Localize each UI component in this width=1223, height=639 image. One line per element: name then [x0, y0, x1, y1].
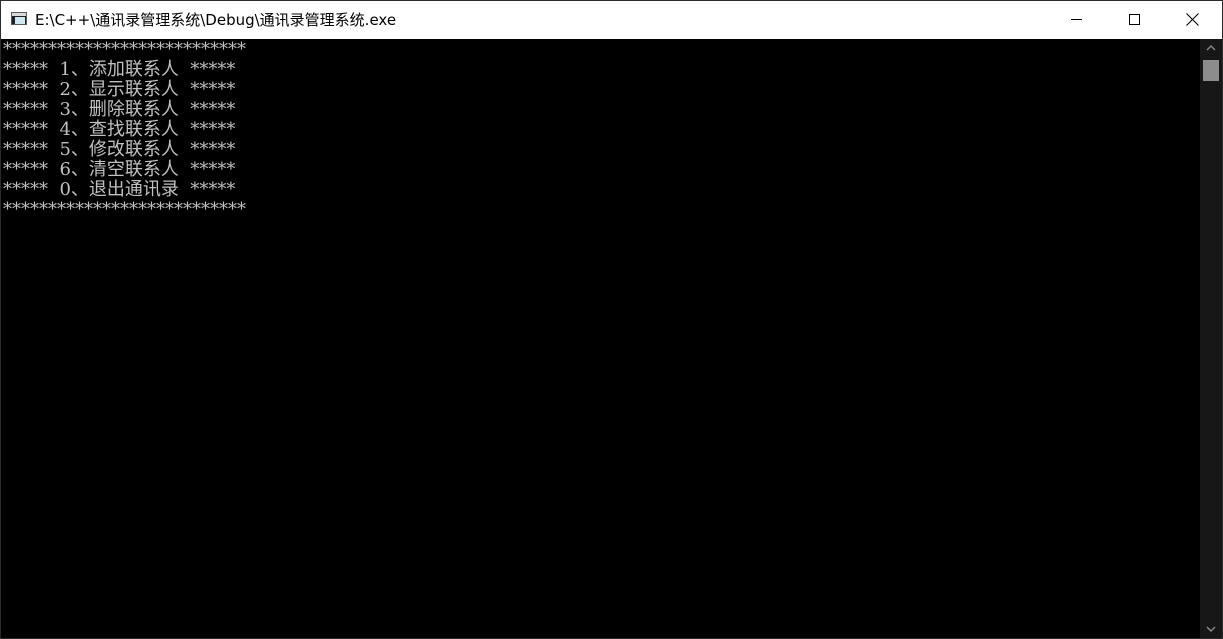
menu-item-find: ***** 4、查找联系人 *****	[3, 119, 236, 140]
menu-item-modify: ***** 5、修改联系人 *****	[3, 139, 236, 160]
maximize-button[interactable]	[1106, 1, 1164, 39]
title-bar[interactable]: E:\C++\通讯录管理系统\Debug\通讯录管理系统.exe	[1, 1, 1222, 39]
menu-item-clear: ***** 6、清空联系人 *****	[3, 159, 236, 180]
close-icon	[1186, 13, 1199, 26]
window-title: E:\C++\通讯录管理系统\Debug\通讯录管理系统.exe	[35, 11, 397, 29]
minimize-button[interactable]	[1048, 1, 1106, 39]
scroll-up-arrow-icon[interactable]	[1200, 39, 1222, 57]
vertical-scrollbar[interactable]	[1200, 39, 1222, 638]
menu-border-bottom: ***************************	[3, 199, 246, 220]
menu-border-top: ***************************	[3, 39, 246, 60]
menu-item-add: ***** 1、添加联系人 *****	[3, 59, 236, 80]
menu-item-exit: ***** 0、退出通讯录 *****	[3, 179, 236, 200]
console-app-icon	[11, 12, 27, 25]
minimize-icon	[1071, 19, 1082, 20]
console-output[interactable]: *************************** ***** 1、添加联系…	[1, 39, 1200, 638]
maximize-icon	[1129, 14, 1140, 25]
console-window: E:\C++\通讯录管理系统\Debug\通讯录管理系统.exe *******…	[0, 0, 1223, 639]
scrollbar-thumb[interactable]	[1203, 60, 1219, 81]
menu-item-show: ***** 2、显示联系人 *****	[3, 79, 236, 100]
menu-item-delete: ***** 3、删除联系人 *****	[3, 99, 236, 120]
scroll-down-arrow-icon[interactable]	[1200, 620, 1222, 638]
close-button[interactable]	[1164, 1, 1222, 39]
